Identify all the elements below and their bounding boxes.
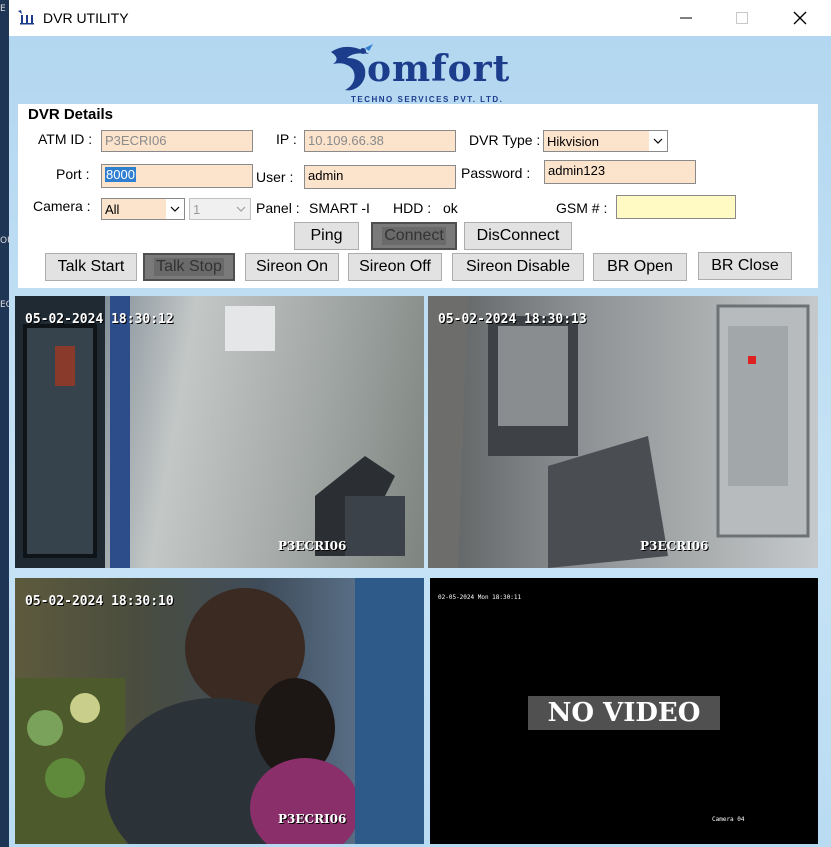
chevron-down-icon: [232, 199, 250, 219]
camera-label: Camera :: [33, 198, 91, 214]
camera-4-timestamp: 02-05-2024 Mon 18:30:11: [438, 594, 522, 601]
ip-label: IP :: [276, 131, 297, 147]
camera-value: All: [105, 202, 120, 217]
camera-feed-4[interactable]: 02-05-2024 Mon 18:30:11 NO VIDEO Camera …: [430, 578, 818, 844]
window-title: DVR UTILITY: [43, 10, 129, 26]
channel-select[interactable]: 1: [189, 198, 251, 220]
atm-id-field[interactable]: P3ECRI06: [101, 130, 253, 152]
connect-button-label: Connect: [382, 227, 446, 245]
dvr-utility-window: DVR UTILITY omfort TECHNO SERVICES PVT. …: [9, 0, 831, 847]
client-area: omfort TECHNO SERVICES PVT. LTD. DVR Det…: [9, 36, 831, 847]
no-video-badge: NO VIDEO: [528, 696, 720, 730]
close-button[interactable]: [777, 0, 823, 36]
camera-1-label: P3ECRI06: [278, 539, 347, 553]
password-field[interactable]: admin123: [544, 160, 696, 184]
ip-field[interactable]: 10.109.66.38: [304, 130, 456, 152]
user-field[interactable]: admin: [304, 165, 456, 189]
atm-id-label: ATM ID :: [38, 131, 93, 147]
talk-start-button[interactable]: Talk Start: [45, 253, 137, 281]
hdd-value: ok: [443, 200, 458, 216]
password-label: Password :: [461, 165, 531, 181]
talk-stop-button[interactable]: Talk Stop: [143, 253, 235, 281]
sireon-on-button[interactable]: Sireon On: [245, 253, 339, 281]
dvr-type-select[interactable]: Hikvision: [543, 130, 668, 152]
ping-button[interactable]: Ping: [294, 222, 359, 250]
dvr-type-label: DVR Type :: [469, 132, 541, 148]
dvr-details-panel: DVR Details ATM ID : P3ECRI06 IP : 10.10…: [18, 104, 818, 288]
dvr-type-value: Hikvision: [547, 134, 600, 149]
dvr-details-title: DVR Details: [28, 106, 114, 123]
port-field[interactable]: 8000: [101, 164, 253, 188]
chevron-down-icon: [166, 199, 184, 219]
gsm-field[interactable]: [616, 195, 736, 219]
company-logo: omfort TECHNO SERVICES PVT. LTD.: [329, 42, 519, 104]
disconnect-button[interactable]: DisConnect: [464, 222, 572, 250]
title-bar[interactable]: DVR UTILITY: [9, 0, 831, 36]
close-icon: [793, 11, 807, 25]
camera-1-timestamp: 05-02-2024 18:30:12: [25, 312, 174, 327]
br-open-button[interactable]: BR Open: [593, 253, 687, 281]
minimize-button[interactable]: [663, 0, 709, 36]
camera-feed-2[interactable]: 05-02-2024 18:30:13 P3ECRI06: [428, 296, 818, 568]
talk-stop-button-label: Talk Stop: [154, 258, 224, 276]
sireon-disable-button[interactable]: Sireon Disable: [452, 253, 584, 281]
camera-select[interactable]: All: [101, 198, 185, 220]
hdd-label: HDD :: [393, 200, 432, 216]
logo-tagline: TECHNO SERVICES PVT. LTD.: [351, 95, 504, 104]
sireon-off-button[interactable]: Sireon Off: [348, 253, 442, 281]
channel-value: 1: [193, 202, 201, 217]
logo-wordmark: omfort: [367, 48, 511, 90]
camera-3-scene: [15, 578, 424, 844]
camera-1-scene: [15, 296, 405, 568]
camera-4-label: Camera 04: [712, 816, 745, 823]
connect-button[interactable]: Connect: [371, 222, 457, 250]
camera-feed-3[interactable]: 05-02-2024 18:30:10 P3ECRI06: [15, 578, 424, 844]
desktop-edge-label: E: [0, 4, 6, 14]
camera-3-timestamp: 05-02-2024 18:30:10: [25, 594, 174, 609]
panel-value: SMART -I: [309, 200, 370, 216]
camera-2-label: P3ECRI06: [640, 539, 709, 553]
user-label: User :: [256, 169, 294, 185]
br-close-button[interactable]: BR Close: [698, 252, 792, 280]
minimize-icon: [680, 17, 692, 19]
chevron-down-icon: [649, 131, 667, 151]
camera-3-label: P3ECRI06: [278, 812, 347, 826]
port-value: 8000: [105, 167, 136, 182]
maximize-button[interactable]: [719, 0, 765, 36]
camera-feed-1[interactable]: 05-02-2024 18:30:12 P3ECRI06: [15, 296, 424, 568]
port-label: Port :: [56, 166, 90, 182]
desktop-edge: E OU EC: [0, 0, 14, 847]
app-logo-icon: [18, 10, 34, 25]
camera-2-timestamp: 05-02-2024 18:30:13: [438, 312, 587, 327]
maximize-icon: [736, 12, 748, 24]
panel-label: Panel :: [256, 200, 300, 216]
gsm-label: GSM # :: [556, 200, 608, 216]
camera-2-scene: [428, 296, 810, 568]
